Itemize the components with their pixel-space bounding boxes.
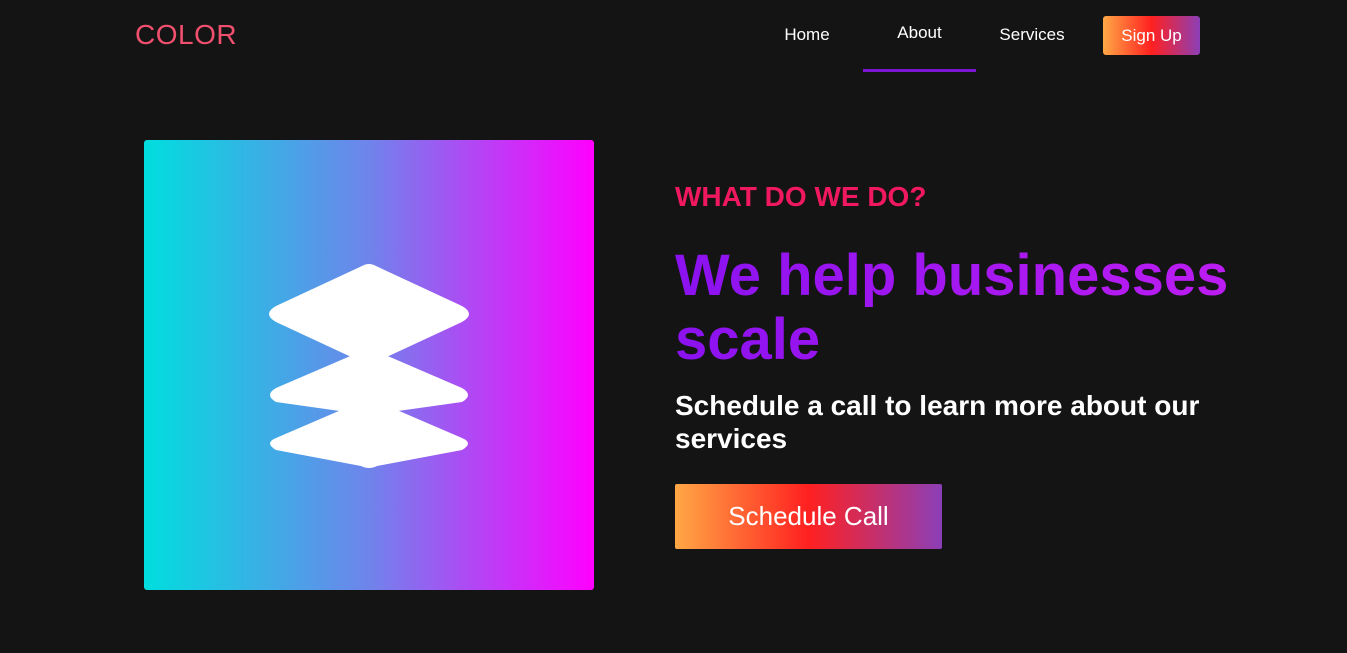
nav-link-services[interactable]: Services <box>988 25 1076 45</box>
landing-page: COLOR Home About Services Sign Up WHAT D… <box>0 0 1347 653</box>
nav-link-home[interactable]: Home <box>763 25 851 45</box>
logo[interactable]: COLOR <box>135 18 237 52</box>
nav-link-about-label: About <box>897 23 942 42</box>
nav-link-about[interactable]: About <box>863 23 976 72</box>
hero-image <box>144 140 594 590</box>
layers-icon <box>269 264 469 468</box>
active-nav-indicator <box>863 69 976 72</box>
hero-headline: We help businesses scale <box>675 244 1295 372</box>
signup-button[interactable]: Sign Up <box>1103 16 1200 55</box>
schedule-call-button[interactable]: Schedule Call <box>675 484 942 549</box>
hero-subtext: Schedule a call to learn more about our … <box>675 390 1200 454</box>
section-kicker: WHAT DO WE DO? <box>675 181 927 212</box>
